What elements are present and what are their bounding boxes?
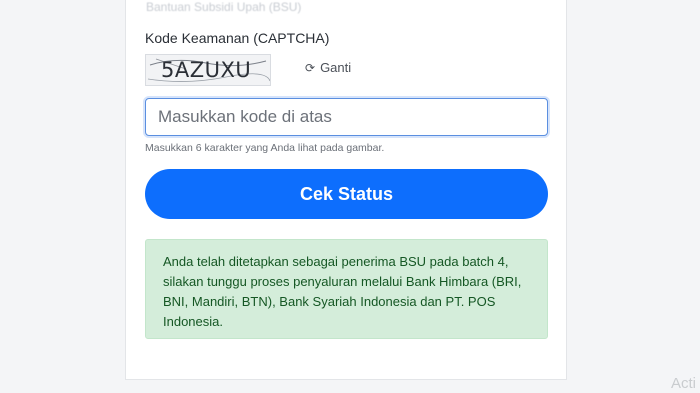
success-alert: Anda telah ditetapkan sebagai penerima B… [145,239,548,339]
captcha-input[interactable] [145,98,548,136]
captcha-code: 5AZUXU [161,58,252,82]
captcha-hint: Masukkan 6 karakter yang Anda lihat pada… [145,142,385,154]
captcha-label: Kode Keamanan (CAPTCHA) [145,30,330,46]
refresh-captcha-button[interactable]: ⟳ Ganti [305,60,351,75]
page: Bantuan Subsidi Upah (BSU) Kode Keamanan… [0,0,700,393]
status-check-card: Bantuan Subsidi Upah (BSU) Kode Keamanan… [125,0,567,380]
refresh-icon: ⟳ [305,60,316,75]
check-status-button[interactable]: Cek Status [145,169,548,219]
refresh-label: Ganti [320,60,352,75]
activate-windows-watermark: Acti [671,375,697,392]
captcha-image: 5AZUXU [145,54,271,86]
faded-heading: Bantuan Subsidi Upah (BSU) [146,0,302,14]
